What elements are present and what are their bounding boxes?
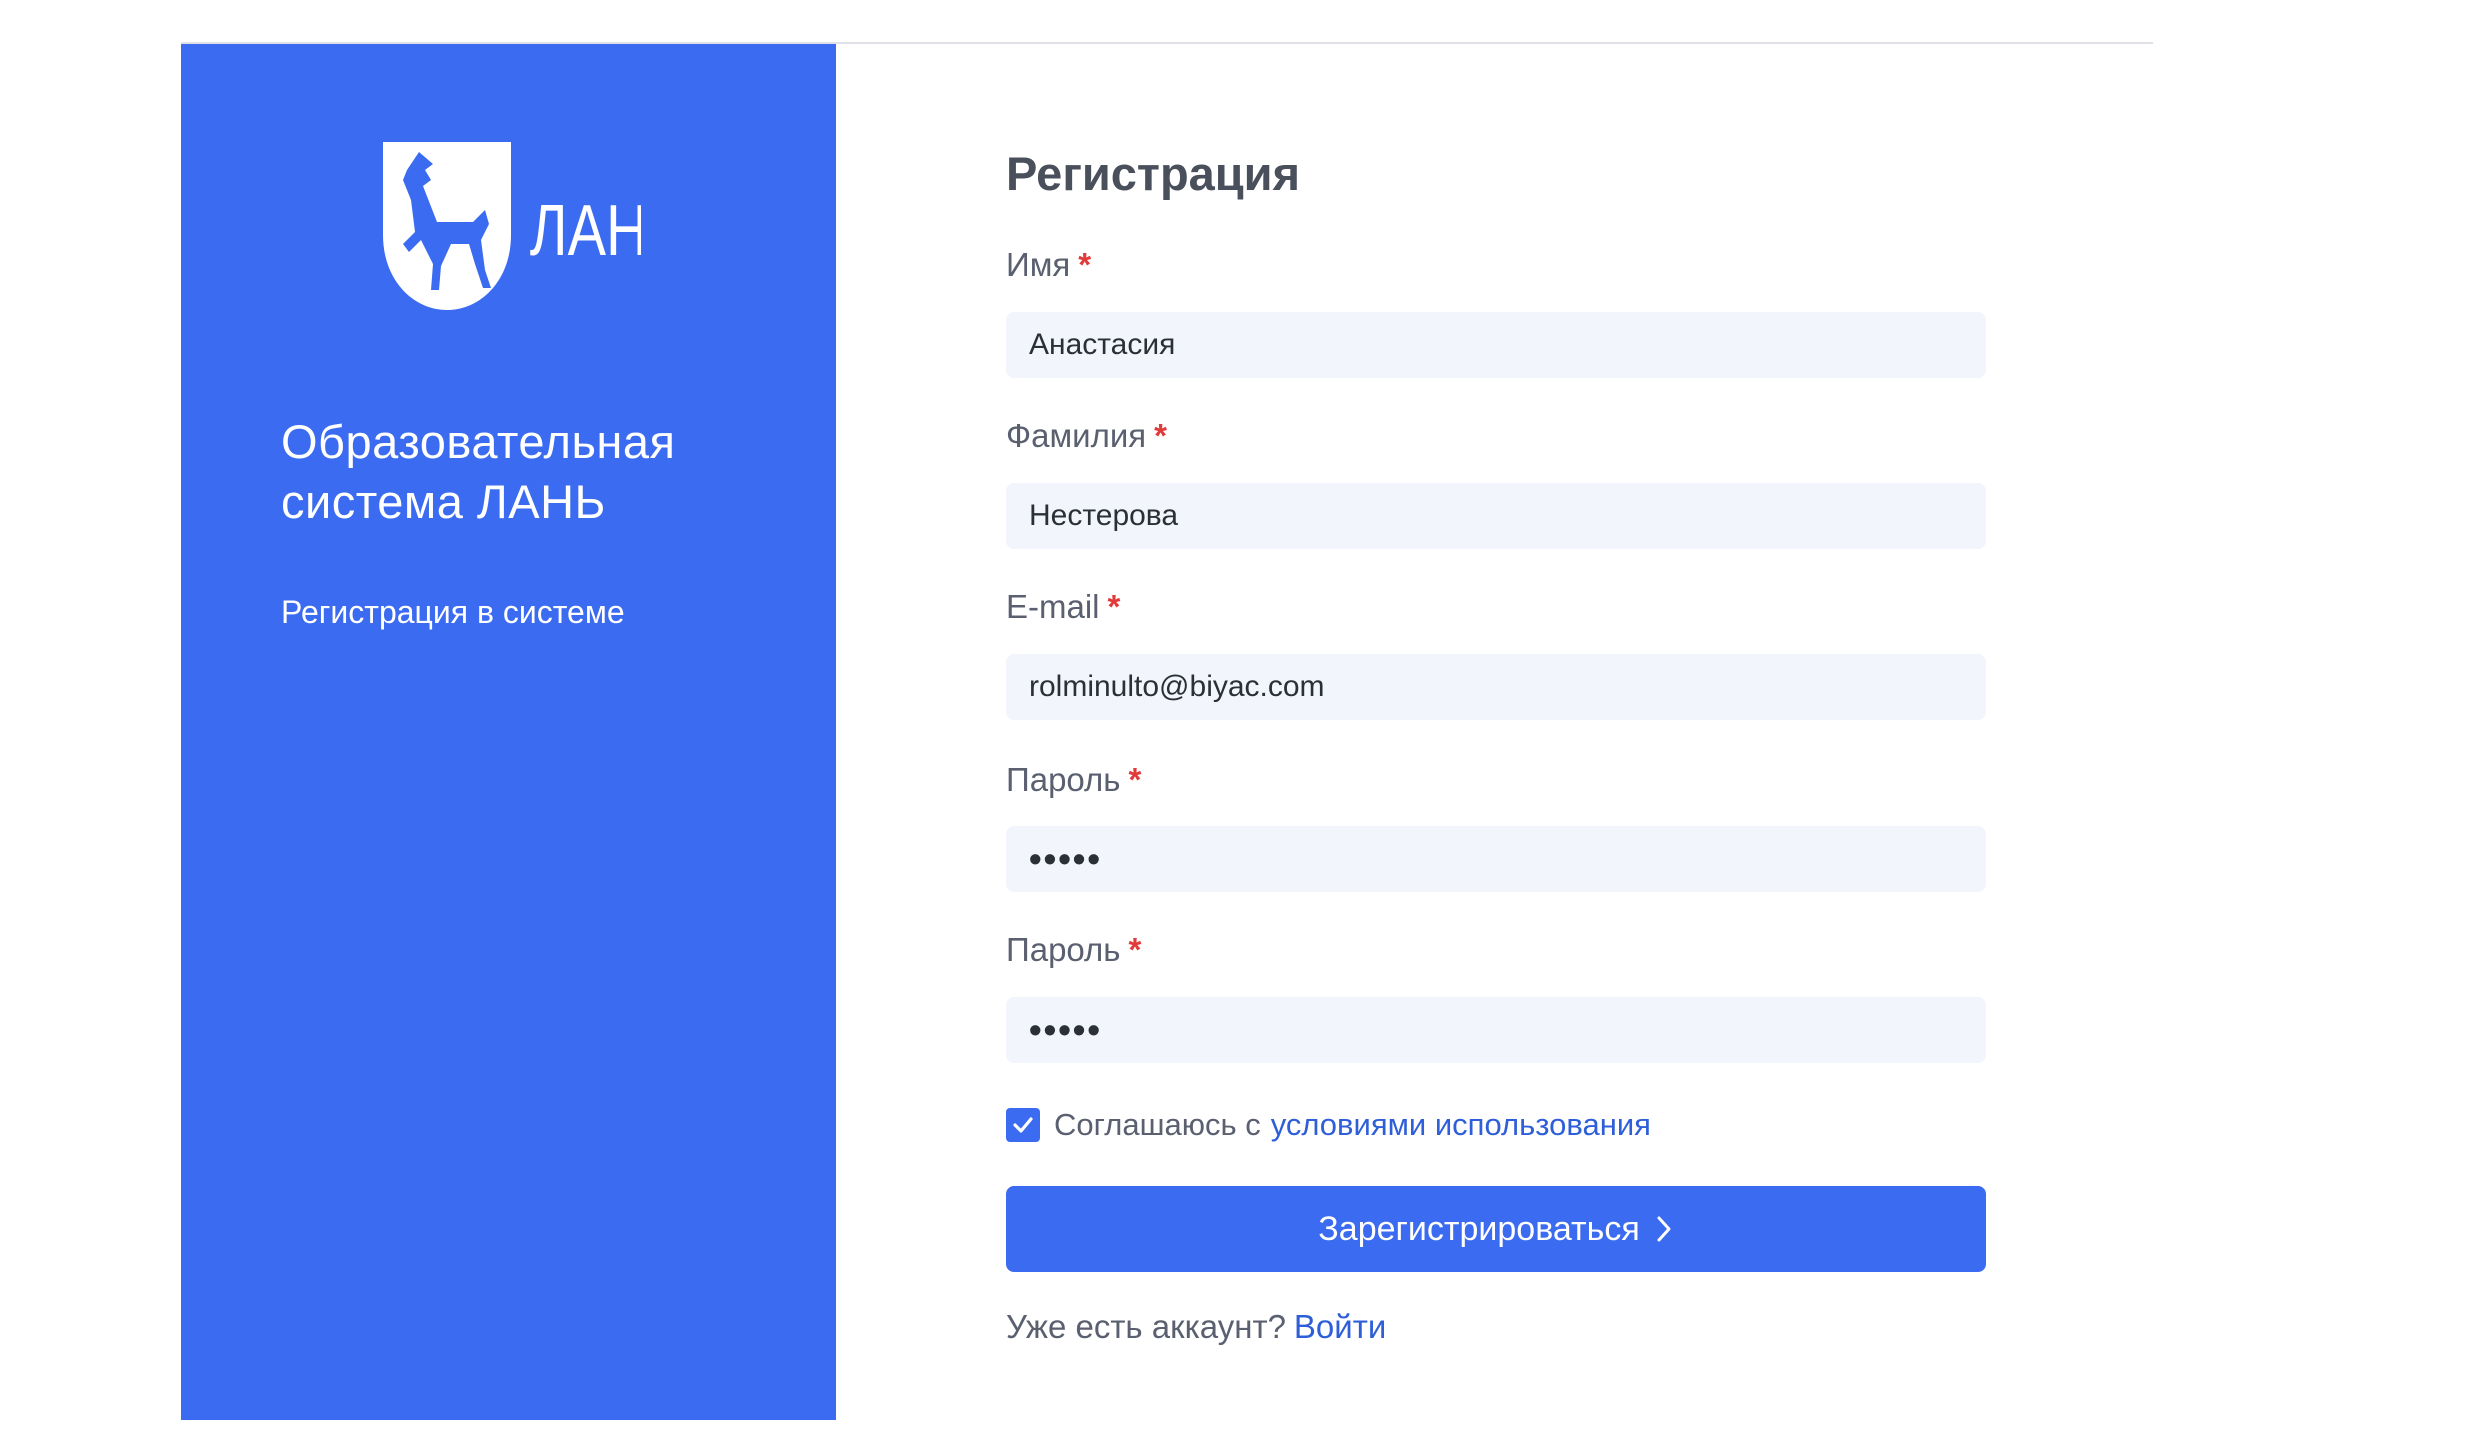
required-marker: * bbox=[1078, 246, 1092, 283]
first-name-label-text: Имя bbox=[1006, 246, 1071, 283]
form-title: Регистрация bbox=[1006, 147, 1301, 200]
brand-title-line1: Образовательная bbox=[281, 415, 676, 468]
register-button-label: Зарегистрироваться bbox=[1318, 1209, 1640, 1248]
login-link[interactable]: Войти bbox=[1294, 1308, 1386, 1345]
brand-subtitle: Регистрация в системе bbox=[281, 594, 625, 630]
password-confirm-value: ••••• bbox=[1029, 1009, 1103, 1050]
last-name-value: Нестерова bbox=[1029, 499, 1179, 532]
brand-title-line2: система ЛАНЬ bbox=[281, 475, 606, 528]
password-input[interactable]: ••••• bbox=[1006, 826, 1986, 892]
have-account-text: Уже есть аккаунт? bbox=[1006, 1308, 1286, 1345]
email-label-text: E-mail bbox=[1006, 588, 1100, 625]
lan-logo: ЛАНЬ bbox=[381, 140, 685, 315]
email-input[interactable]: rolminulto@biyac.com bbox=[1006, 654, 1986, 720]
first-name-value: Анастасия bbox=[1029, 328, 1176, 361]
last-name-label-text: Фамилия bbox=[1006, 417, 1147, 454]
page: ЛАНЬ Образовательная система ЛАНЬ Регист… bbox=[0, 0, 2481, 1442]
password-label: Пароль * bbox=[1006, 760, 1141, 800]
last-name-label: Фамилия * bbox=[1006, 416, 1167, 456]
terms-checkbox[interactable] bbox=[1006, 1108, 1040, 1142]
terms-text: Соглашаюсь с bbox=[1054, 1107, 1261, 1142]
logo-text: ЛАНЬ bbox=[530, 190, 641, 271]
email-label: E-mail * bbox=[1006, 587, 1120, 627]
first-name-label: Имя * bbox=[1006, 245, 1091, 285]
required-marker: * bbox=[1154, 417, 1167, 454]
required-marker: * bbox=[1128, 931, 1142, 968]
terms-agreement: Соглашаюсь с условиями использования bbox=[1006, 1107, 1651, 1143]
email-value: rolminulto@biyac.com bbox=[1029, 670, 1325, 703]
password-value: ••••• bbox=[1029, 838, 1103, 879]
registration-form: Регистрация Имя * Анастасия Фамилия * Нест… bbox=[1006, 0, 1986, 1442]
chevron-right-icon bbox=[1654, 1214, 1674, 1244]
check-icon bbox=[1013, 1117, 1033, 1133]
brand-panel: ЛАНЬ Образовательная система ЛАНЬ Регист… bbox=[181, 44, 836, 1420]
password-label-text: Пароль bbox=[1006, 761, 1121, 798]
last-name-input[interactable]: Нестерова bbox=[1006, 483, 1986, 549]
first-name-input[interactable]: Анастасия bbox=[1006, 312, 1986, 378]
required-marker: * bbox=[1128, 761, 1142, 798]
brand-title: Образовательная система ЛАНЬ bbox=[281, 412, 801, 532]
password-confirm-label-text: Пароль bbox=[1006, 931, 1121, 968]
login-prompt: Уже есть аккаунт? Войти bbox=[1006, 1308, 1386, 1346]
terms-link[interactable]: условиями использования bbox=[1271, 1107, 1651, 1143]
required-marker: * bbox=[1107, 588, 1121, 625]
register-button[interactable]: Зарегистрироваться bbox=[1006, 1186, 1986, 1272]
deer-shield-icon: ЛАНЬ bbox=[383, 142, 685, 310]
password-confirm-label: Пароль * bbox=[1006, 930, 1141, 970]
password-confirm-input[interactable]: ••••• bbox=[1006, 997, 1986, 1063]
